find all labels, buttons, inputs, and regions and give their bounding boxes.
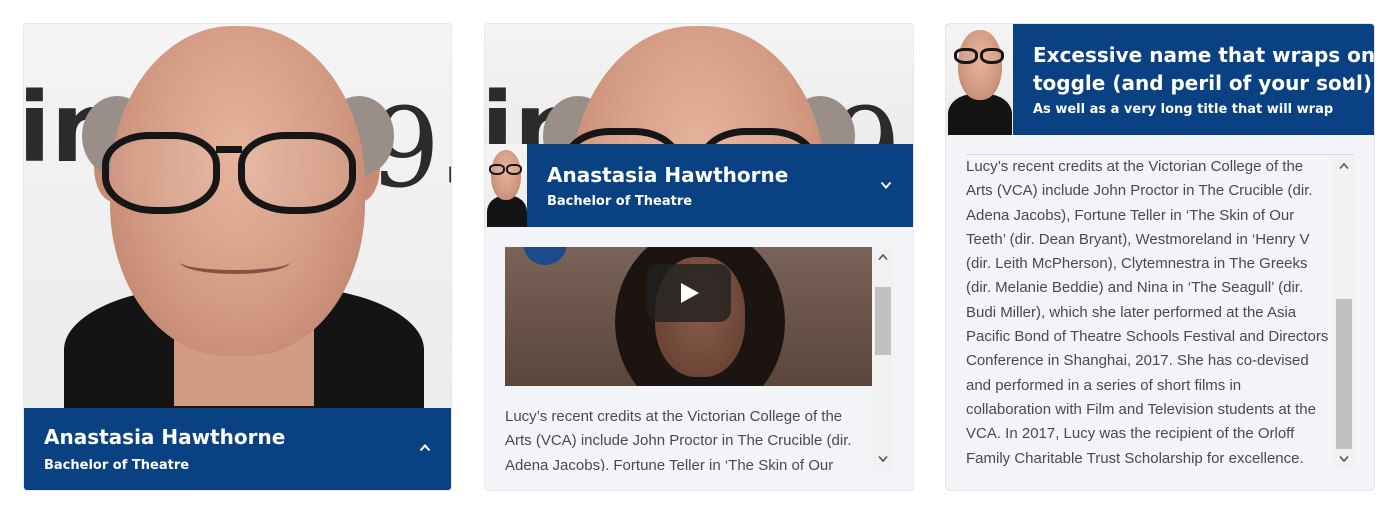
bio-line: collaboration with Film and Television s… xyxy=(966,400,1316,418)
profile-banner[interactable]: Excessive name that wraps on toggle (and… xyxy=(946,24,1374,135)
bio-line: Adena Jacobs), Fortune Teller in ‘The Sk… xyxy=(966,206,1295,224)
bio-line: Adena Jacobs). Fortune Teller in ‘The Sk… xyxy=(505,456,834,471)
scrollbar[interactable] xyxy=(873,247,893,471)
bio-text: Lucy’s recent credits at the Victorian C… xyxy=(966,155,1334,470)
bio-line: Arts (VCA) include John Proctor in The C… xyxy=(966,182,1313,200)
profile-card-2: in 95 Anastasia Hawthorne Bachelor of Th… xyxy=(485,24,913,490)
profile-photo-cropped: in 95 xyxy=(485,24,913,144)
avatar xyxy=(485,144,527,227)
scrollbar[interactable] xyxy=(1334,155,1354,470)
bio-line: (dir. Melanie Beddie) and Nina in ‘The S… xyxy=(966,279,1304,297)
play-icon xyxy=(681,283,699,303)
scroll-up-icon[interactable] xyxy=(1334,158,1354,174)
bio-line: Lucy’s recent credits at the Victorian C… xyxy=(966,158,1304,175)
profile-card-1: in 95 Anastasia Hawthorne Bachelor of Th… xyxy=(24,24,451,490)
bio-line: Lucy’s recent credits at the Victorian C… xyxy=(505,408,843,425)
profile-name: Excessive name that wraps on toggle (and… xyxy=(1033,41,1374,97)
profile-name-line: Excessive name that wraps on xyxy=(1033,43,1374,67)
bio-text: Lucy’s recent credits at the Victorian C… xyxy=(505,405,875,471)
scroll-down-icon[interactable] xyxy=(873,451,893,467)
video-player[interactable] xyxy=(505,247,872,386)
bio-line: VCA. In 2017, Lucy was the recipient of … xyxy=(966,425,1295,443)
expanded-content[interactable]: Lucy’s recent credits at the Victorian C… xyxy=(966,154,1354,470)
profile-title: Bachelor of Theatre xyxy=(44,458,190,473)
profile-title: Bachelor of Theatre xyxy=(547,194,693,209)
bio-line: Teeth’ (dir. Dean Bryant), Westmoreland … xyxy=(966,230,1310,248)
profile-photo: in 95 xyxy=(24,24,451,408)
expanded-content[interactable]: Lucy’s recent credits at the Victorian C… xyxy=(505,247,893,471)
profile-name-line: toggle (and peril of your soul) xyxy=(1033,71,1373,95)
profile-card-3: Excessive name that wraps on toggle (and… xyxy=(946,24,1374,490)
profile-name: Anastasia Hawthorne xyxy=(547,163,789,187)
profile-banner[interactable]: Anastasia Hawthorne Bachelor of Theatre xyxy=(485,144,913,227)
profile-banner[interactable]: Anastasia Hawthorne Bachelor of Theatre xyxy=(24,408,451,490)
scroll-down-icon[interactable] xyxy=(1334,451,1354,467)
avatar xyxy=(946,24,1013,135)
bio-line: Pacific Bond of Theatre Schools Festival… xyxy=(966,328,1329,346)
chevron-up-icon[interactable] xyxy=(419,442,431,454)
bio-line: Family Charitable Trust Scholarship for … xyxy=(966,449,1304,467)
profile-title: As well as a very long title that will w… xyxy=(1033,102,1334,117)
bio-line: Conference in Shanghai, 2017. She has co… xyxy=(966,352,1309,370)
bio-line: and performed in a series of short films… xyxy=(966,376,1242,394)
scrollbar-thumb[interactable] xyxy=(1336,299,1352,449)
scroll-up-icon[interactable] xyxy=(873,249,893,265)
bio-line: Budi Miller), which she later performed … xyxy=(966,303,1297,321)
profile-name: Anastasia Hawthorne xyxy=(44,425,286,449)
bio-line: Arts (VCA) include John Proctor in The C… xyxy=(505,432,852,450)
bio-line: (dir. Leith McPherson), Clytemnestra in … xyxy=(966,255,1308,273)
chevron-down-icon[interactable] xyxy=(1342,74,1354,86)
chevron-down-icon[interactable] xyxy=(880,179,892,191)
scrollbar-thumb[interactable] xyxy=(875,287,891,355)
play-button[interactable] xyxy=(647,264,731,322)
